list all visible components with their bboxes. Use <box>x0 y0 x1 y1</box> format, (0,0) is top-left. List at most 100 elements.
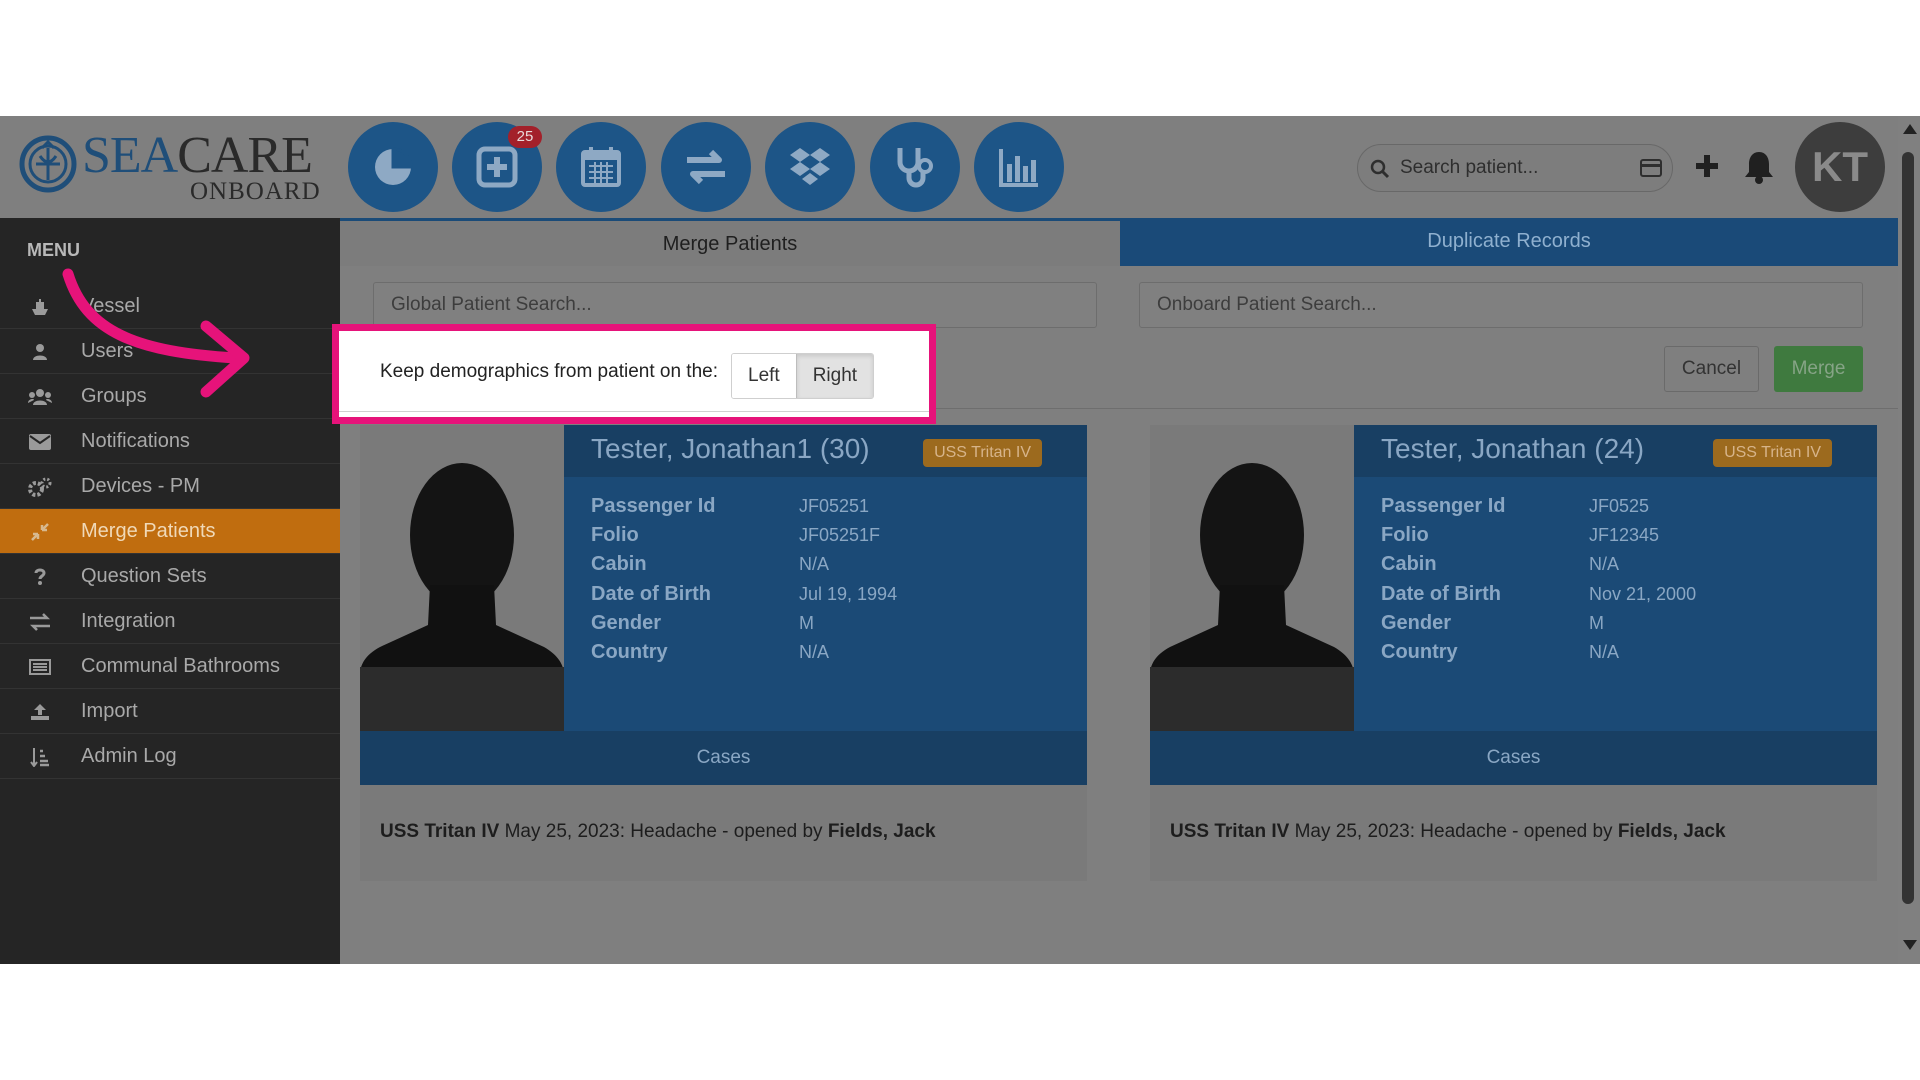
case-entry[interactable]: USS Tritan IV May 25, 2023: Headache - o… <box>1170 821 1726 843</box>
ship-badge: USS Tritan IV <box>1713 439 1832 467</box>
patient-info-panel: Tester, Jonathan (24) USS Tritan IV Pass… <box>1354 425 1877 731</box>
plus-square-icon <box>476 146 518 188</box>
detail-value: Nov 21, 2000 <box>1589 583 1697 604</box>
detail-label: Folio <box>1381 524 1429 547</box>
keep-left-button[interactable]: Left <box>732 354 796 398</box>
bar-chart-icon <box>999 149 1038 187</box>
sidebar-item-import[interactable]: Import <box>0 689 340 734</box>
sidebar-item-question-sets[interactable]: Question Sets <box>0 554 340 599</box>
case-text: May 25, 2023: Headache - opened by <box>1294 821 1613 842</box>
nav-dropbox-button[interactable] <box>765 122 855 212</box>
patient-card-right: Tester, Jonathan (24) USS Tritan IV Pass… <box>1150 425 1877 731</box>
keep-demographics-toggle[interactable]: Left Right <box>731 353 875 399</box>
nav-dashboard-button[interactable] <box>348 122 438 212</box>
sort-amount-icon <box>28 747 52 767</box>
cogs-icon <box>28 477 52 497</box>
upload-icon <box>28 702 52 722</box>
user-avatar[interactable]: KT <box>1795 122 1885 212</box>
tab-merge-patients[interactable]: Merge Patients <box>340 218 1120 266</box>
sidebar-item-label: Question Sets <box>81 565 207 587</box>
detail-label: Date of Birth <box>1381 582 1501 605</box>
card-scan-icon[interactable] <box>1640 159 1662 177</box>
patient-photo-placeholder <box>1150 425 1354 731</box>
exchange-icon <box>28 612 52 632</box>
envelope-icon <box>28 432 52 452</box>
cancel-button[interactable]: Cancel <box>1664 346 1759 392</box>
patient-card-left: Tester, Jonathan1 (30) USS Tritan IV Pas… <box>360 425 1087 731</box>
sidebar-item-devices-pm[interactable]: Devices - PM <box>0 464 340 509</box>
scroll-down-arrow-icon[interactable] <box>1903 940 1917 950</box>
logo-subtitle: ONBOARD <box>190 178 321 205</box>
add-icon[interactable] <box>1690 146 1724 186</box>
sidebar-item-notifications[interactable]: Notifications <box>0 419 340 464</box>
divider <box>339 411 929 412</box>
detail-value: Jul 19, 1994 <box>799 583 898 604</box>
sidebar-item-merge-patients[interactable]: Merge Patients <box>0 509 340 554</box>
onboard-patient-search[interactable] <box>1139 282 1863 328</box>
nav-transfers-button[interactable] <box>661 122 751 212</box>
sidebar-item-label: Devices - PM <box>81 475 200 497</box>
person-silhouette-icon <box>360 463 564 731</box>
tab-duplicate-records[interactable]: Duplicate Records <box>1120 218 1898 266</box>
nav-medical-button[interactable] <box>870 122 960 212</box>
bell-icon[interactable] <box>1742 146 1776 186</box>
patient-name: Tester, Jonathan1 (30) <box>591 433 870 464</box>
detail-value: JF05251 <box>799 496 870 516</box>
case-entry[interactable]: USS Tritan IV May 25, 2023: Headache - o… <box>380 821 936 843</box>
exchange-icon <box>687 149 725 185</box>
scrollbar-thumb[interactable] <box>1902 152 1914 904</box>
onboard-patient-search-input[interactable] <box>1140 283 1862 327</box>
cases-list-left: USS Tritan IV May 25, 2023: Headache - o… <box>360 785 1087 881</box>
scroll-up-arrow-icon[interactable] <box>1903 124 1917 134</box>
nav-new-case-button[interactable]: 25 <box>452 122 542 212</box>
detail-label: Date of Birth <box>591 582 711 605</box>
detail-label: Passenger Id <box>1381 495 1506 517</box>
case-ship: USS Tritan IV <box>1170 821 1290 842</box>
detail-value: N/A <box>799 641 830 662</box>
sidebar-item-label: Admin Log <box>81 745 177 767</box>
pie-chart-icon <box>375 147 413 185</box>
person-silhouette-icon <box>1150 463 1354 731</box>
sidebar-item-label: Notifications <box>81 430 190 452</box>
sidebar-item-label: Communal Bathrooms <box>81 655 280 677</box>
keep-right-button[interactable]: Right <box>795 354 874 398</box>
detail-label: Country <box>591 640 668 663</box>
global-patient-search-input[interactable] <box>374 283 1096 327</box>
user-icon <box>28 342 52 362</box>
sidebar-item-admin-log[interactable]: Admin Log <box>0 734 340 779</box>
notification-count-badge: 25 <box>508 126 542 148</box>
search-icon <box>1370 159 1390 179</box>
users-icon <box>28 387 52 407</box>
global-patient-search[interactable] <box>373 282 1097 328</box>
tab-bar: Merge Patients Duplicate Records <box>340 218 1898 266</box>
seacare-logo[interactable]: SEACARE ONBOARD <box>16 126 336 216</box>
logo-wordmark: SEACARE <box>82 127 313 184</box>
annotation-arrow-icon <box>62 268 250 398</box>
sidebar-item-label: Import <box>81 700 138 722</box>
nav-reports-button[interactable] <box>974 122 1064 212</box>
keep-demographics-label: Keep demographics from patient on the: <box>380 361 718 382</box>
detail-label: Country <box>1381 640 1458 663</box>
search-input[interactable] <box>1400 153 1620 183</box>
detail-label: Gender <box>1381 611 1452 634</box>
patient-photo-placeholder <box>360 425 564 731</box>
detail-label: Gender <box>591 611 662 634</box>
stethoscope-icon <box>897 148 933 188</box>
detail-label: Cabin <box>591 553 647 576</box>
sidebar-item-communal-bathrooms[interactable]: Communal Bathrooms <box>0 644 340 689</box>
calendar-icon <box>581 147 621 187</box>
list-alt-icon <box>28 657 52 677</box>
sidebar-item-label: Merge Patients <box>81 520 216 542</box>
sidebar-item-integration[interactable]: Integration <box>0 599 340 644</box>
patient-header: Tester, Jonathan (24) USS Tritan IV <box>1354 425 1877 477</box>
patient-search[interactable] <box>1357 144 1673 192</box>
detail-value: N/A <box>1589 641 1620 662</box>
detail-value: JF12345 <box>1589 525 1660 546</box>
detail-label: Cabin <box>1381 553 1437 576</box>
case-opened-by: Fields, Jack <box>1617 821 1726 842</box>
cases-header-left: Cases <box>360 731 1087 785</box>
keep-demographics-highlight: Keep demographics from patient on the: L… <box>332 324 936 424</box>
nav-calendar-button[interactable] <box>556 122 646 212</box>
detail-value: N/A <box>799 554 830 575</box>
merge-button[interactable]: Merge <box>1774 346 1863 392</box>
